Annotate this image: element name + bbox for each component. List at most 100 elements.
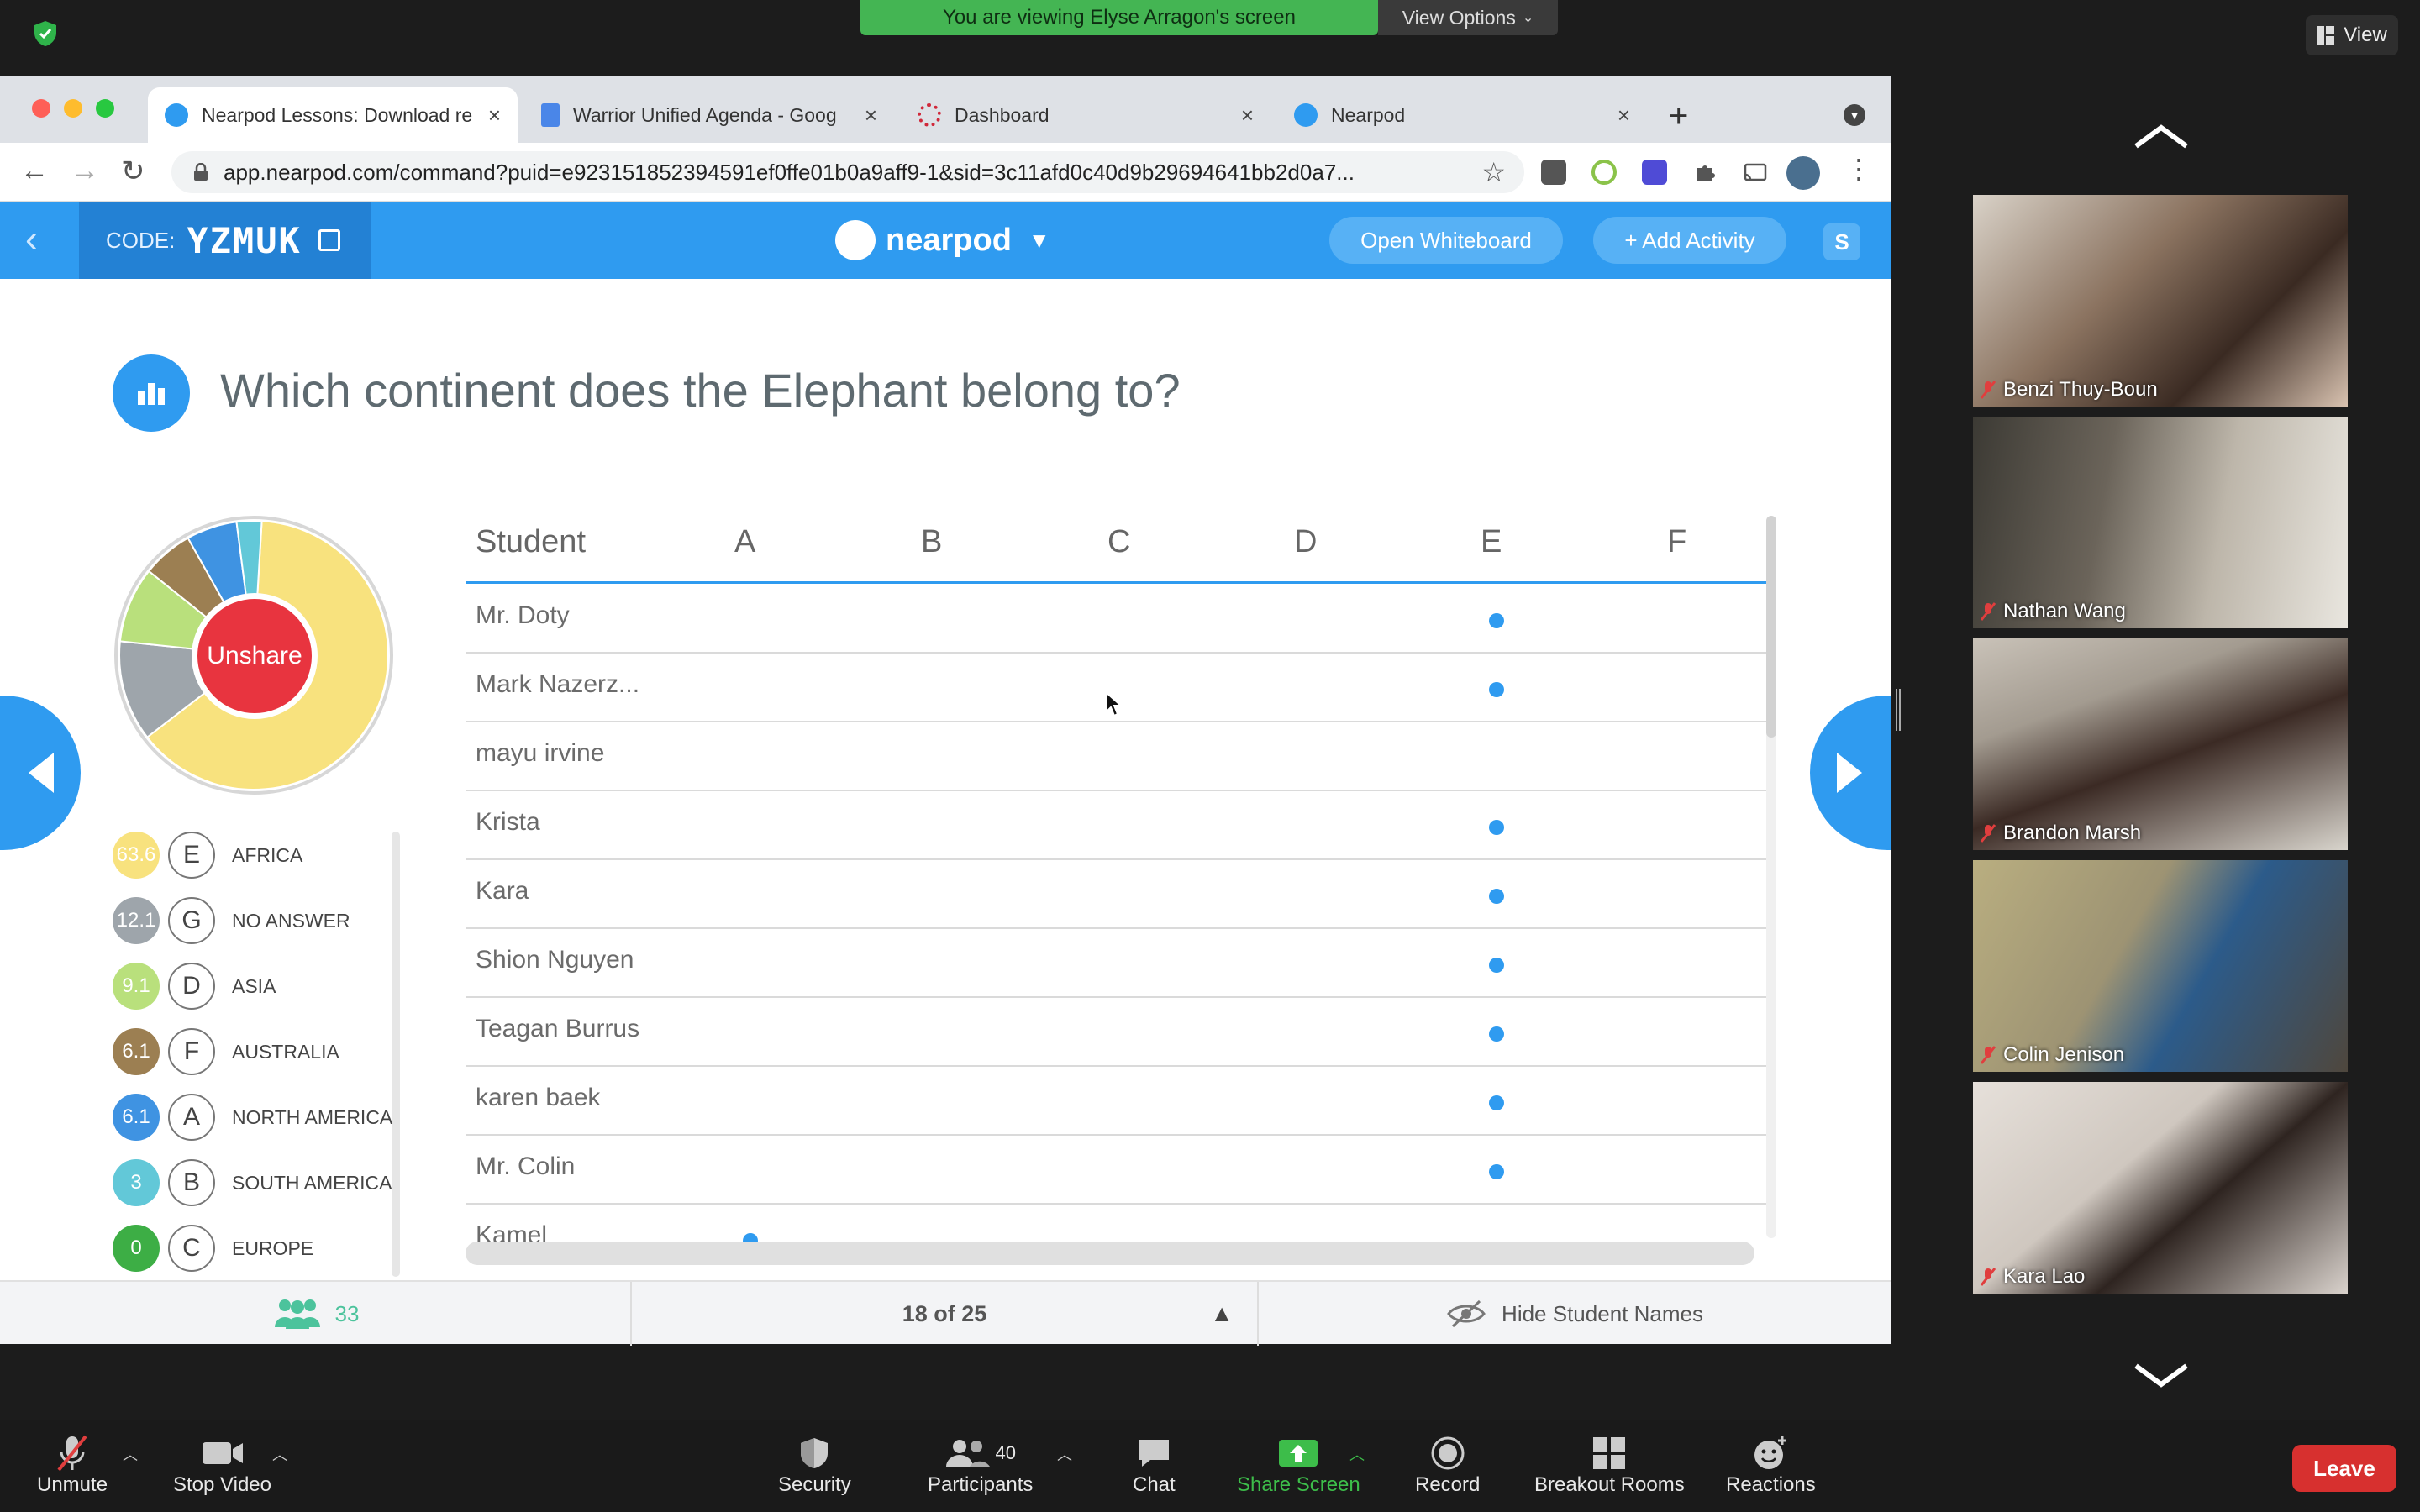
legend-answer-letter: F (168, 1028, 215, 1075)
legend-answer-letter: A (168, 1094, 215, 1141)
puzzle-extensions-icon[interactable] (1692, 160, 1718, 185)
stop-video-button[interactable]: Stop Video (173, 1433, 271, 1497)
tab-nearpod-lessons[interactable]: Nearpod Lessons: Download re × (148, 87, 518, 143)
grid-view-icon (2317, 26, 2335, 45)
bookmark-star-icon[interactable]: ☆ (1481, 156, 1506, 188)
reactions-smiley-icon (1754, 1436, 1787, 1469)
legend-item: 6.1 F AUSTRALIA (113, 1028, 339, 1075)
cast-icon[interactable] (1743, 160, 1768, 185)
code-value: YZMUK (187, 219, 302, 261)
new-tab-button[interactable]: + (1669, 97, 1688, 135)
audio-options-caret-icon[interactable]: ︿ (123, 1443, 138, 1465)
share-screen-button[interactable]: Share Screen (1237, 1433, 1360, 1497)
legend-percentage: 0 (113, 1225, 160, 1272)
tab-warrior-agenda[interactable]: Warrior Unified Agenda - Goog × (524, 87, 894, 143)
share-code-icon[interactable] (318, 229, 340, 251)
legend-item: 3 B SOUTH AMERICA (113, 1159, 392, 1206)
next-slide-button[interactable] (1810, 696, 1891, 850)
participants-button[interactable]: 40 Participants (928, 1433, 1033, 1497)
answer-dot-e (1489, 1026, 1504, 1042)
unmute-label: Unmute (37, 1473, 108, 1496)
tab-dashboard[interactable]: Dashboard × (901, 87, 1270, 143)
nearpod-back-icon[interactable]: ‹ (25, 218, 38, 260)
student-name: Krista (476, 808, 540, 836)
slide-pager[interactable]: 18 of 25 ▲ (632, 1282, 1257, 1346)
video-tile-benzi[interactable]: Benzi Thuy-Boun (1973, 195, 2348, 407)
previous-slide-button[interactable] (0, 696, 81, 850)
unshare-button[interactable]: Unshare (192, 593, 318, 719)
nearpod-header: ‹ CODE: YZMUK nearpod ▼ Open Whiteboard … (0, 202, 1891, 279)
legend-scrollbar[interactable] (392, 832, 400, 1277)
participant-name-tag: Colin Jenison (1980, 1043, 2124, 1067)
extension-icon[interactable] (1541, 160, 1566, 185)
column-header-a: A (734, 524, 756, 559)
table-row: karen baek (466, 1067, 1766, 1136)
mic-muted-icon (1980, 824, 1996, 843)
video-tile-brandon[interactable]: Brandon Marsh (1973, 638, 2348, 850)
unmute-button[interactable]: Unmute (37, 1433, 108, 1497)
extension-icon[interactable] (1591, 160, 1617, 185)
chat-button[interactable]: Chat (1133, 1433, 1176, 1497)
leave-meeting-button[interactable]: Leave (2292, 1445, 2396, 1492)
record-button[interactable]: Record (1415, 1433, 1480, 1497)
open-whiteboard-button[interactable]: Open Whiteboard (1329, 217, 1563, 264)
reactions-button[interactable]: Reactions (1726, 1433, 1816, 1497)
reload-icon[interactable]: ↻ (121, 155, 145, 188)
mouse-cursor-icon (1105, 690, 1123, 717)
video-options-caret-icon[interactable]: ︿ (272, 1443, 287, 1465)
participant-name: Kara Lao (2003, 1265, 2086, 1288)
table-row: Teagan Burrus (466, 998, 1766, 1067)
url-bar[interactable]: app.nearpod.com/command?puid=e9231518523… (171, 151, 1524, 193)
tab-nearpod[interactable]: Nearpod × (1277, 87, 1647, 143)
students-count-value: 33 (334, 1300, 360, 1326)
close-tab-icon[interactable]: × (488, 102, 501, 129)
close-tab-icon[interactable]: × (865, 102, 877, 129)
answer-dot-e (1489, 1164, 1504, 1179)
close-tab-icon[interactable]: × (1618, 102, 1630, 129)
triangle-up-icon[interactable]: ▲ (1210, 1300, 1234, 1327)
poll-bar-chart-icon (113, 354, 190, 432)
legend-answer-letter: D (168, 963, 215, 1010)
table-row: mayu irvine (466, 722, 1766, 791)
profile-avatar[interactable] (1786, 156, 1820, 190)
close-window-button[interactable] (32, 99, 50, 118)
security-button[interactable]: Security (778, 1433, 851, 1497)
encryption-shield-icon[interactable] (34, 20, 57, 47)
nearpod-app-icon[interactable]: S (1823, 223, 1860, 260)
kebab-menu-icon[interactable]: ⋮ (1845, 153, 1872, 185)
minimize-window-button[interactable] (64, 99, 82, 118)
split-view-resize-handle[interactable] (1896, 689, 1901, 731)
forward-arrow-icon[interactable]: → (71, 155, 99, 187)
mic-muted-icon (1980, 602, 1996, 621)
hide-student-names-button[interactable]: Hide Student Names (1259, 1282, 1891, 1346)
answer-dot-e (1489, 1095, 1504, 1110)
table-horizontal-scrollbar[interactable] (466, 1242, 1754, 1265)
share-screen-icon (1279, 1440, 1318, 1467)
nearpod-logo[interactable]: nearpod ▼ (835, 217, 1050, 264)
legend-answer-name: NO ANSWER (232, 909, 350, 932)
video-tile-nathan[interactable]: Nathan Wang (1973, 417, 2348, 628)
view-options-button[interactable]: View Options ⌄ (1378, 0, 1558, 35)
participants-options-caret-icon[interactable]: ︿ (1057, 1443, 1072, 1465)
maximize-window-button[interactable] (96, 99, 114, 118)
view-button[interactable]: View (2306, 15, 2398, 55)
breakout-rooms-icon (1593, 1437, 1626, 1469)
video-tile-kara[interactable]: Kara Lao (1973, 1082, 2348, 1294)
gallery-scroll-down-icon[interactable] (2128, 1359, 2195, 1393)
video-tile-colin[interactable]: Colin Jenison (1973, 860, 2348, 1072)
breakout-rooms-button[interactable]: Breakout Rooms (1534, 1433, 1685, 1497)
share-screen-label: Share Screen (1237, 1473, 1360, 1496)
tab-search-icon[interactable]: ▼ (1844, 104, 1865, 126)
participant-name: Benzi Thuy-Boun (2003, 378, 2158, 401)
scrollbar-thumb[interactable] (1766, 516, 1776, 738)
table-row: Mr. Colin (466, 1136, 1766, 1205)
students-count[interactable]: 33 (0, 1282, 630, 1346)
back-arrow-icon[interactable]: ← (20, 155, 49, 187)
share-options-caret-icon[interactable]: ︿ (1349, 1443, 1365, 1465)
close-tab-icon[interactable]: × (1241, 102, 1254, 129)
tab-label: Nearpod (1331, 103, 1406, 126)
extension-icon[interactable] (1642, 160, 1667, 185)
legend-percentage: 6.1 (113, 1094, 160, 1141)
gallery-scroll-up-icon[interactable] (2128, 119, 2195, 153)
add-activity-button[interactable]: + Add Activity (1593, 217, 1786, 264)
